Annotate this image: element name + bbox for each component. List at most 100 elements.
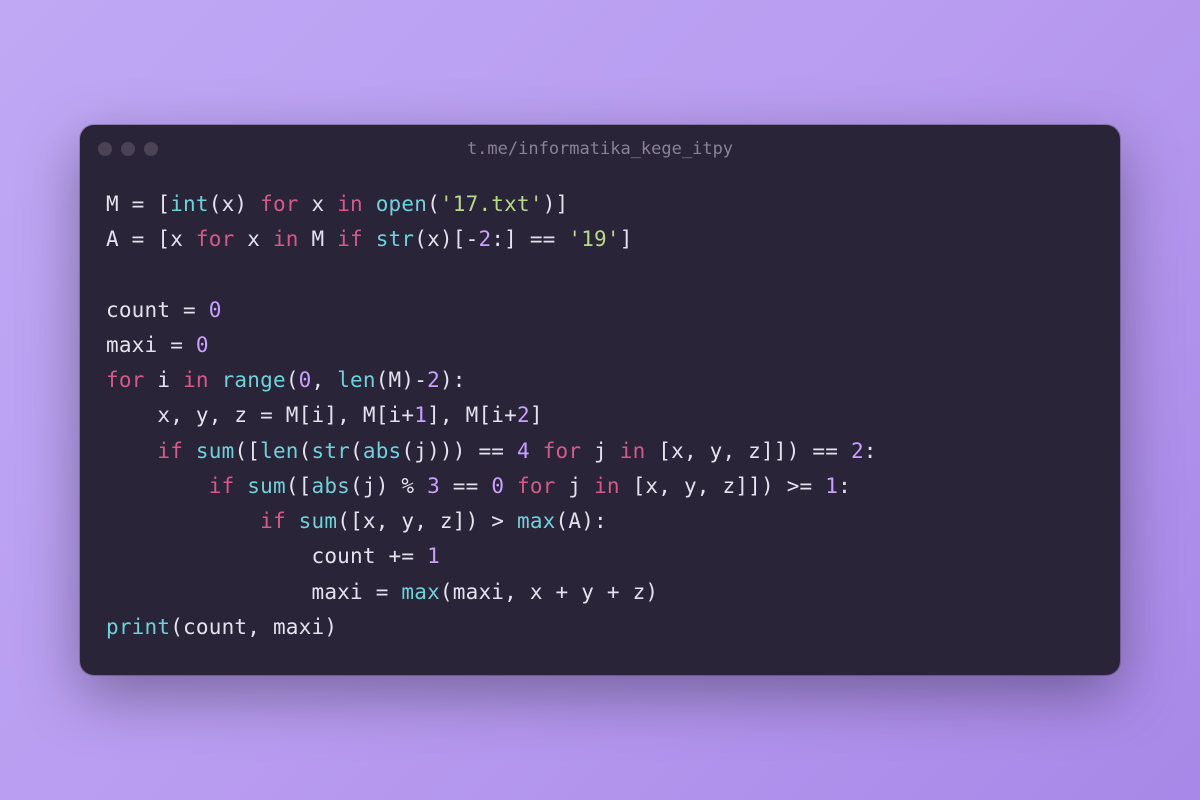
token-var (106, 474, 209, 498)
token-fn: len (337, 368, 376, 392)
token-kw: if (209, 474, 235, 498)
code-line: x, y, z = M[i], M[i+1], M[i+2] (106, 403, 543, 427)
token-var: maxi = (106, 580, 401, 604)
code-line: if sum([x, y, z]) > max(A): (106, 509, 607, 533)
titlebar: t.me/informatika_kege_itpy (80, 125, 1120, 173)
token-var: count += (106, 544, 427, 568)
token-num: 4 (517, 439, 530, 463)
token-kw: for (196, 227, 235, 251)
code-line: for i in range(0, len(M)-2): (106, 368, 466, 392)
token-punc: ] (620, 227, 633, 251)
token-punc: ): (440, 368, 466, 392)
token-kw: in (337, 192, 363, 216)
token-var (106, 439, 157, 463)
token-var: i (145, 368, 184, 392)
token-punc: ([x, y, z]) > (337, 509, 517, 533)
token-str: '19' (568, 227, 619, 251)
token-kw: in (273, 227, 299, 251)
token-punc: [x, y, z]]) == (645, 439, 851, 463)
token-punc (504, 474, 517, 498)
token-num: 1 (825, 474, 838, 498)
token-punc: (x)[- (414, 227, 478, 251)
token-num: 3 (427, 474, 440, 498)
token-punc: ( (286, 368, 299, 392)
token-punc: (j))) == (401, 439, 517, 463)
token-var: ], M[i+ (427, 403, 517, 427)
code-line: A = [x for x in M if str(x)[-2:] == '19'… (106, 227, 633, 251)
token-fn: print (106, 615, 170, 639)
token-punc: (x) (209, 192, 260, 216)
code-line: if sum([abs(j) % 3 == 0 for j in [x, y, … (106, 474, 851, 498)
token-var: j (581, 439, 620, 463)
code-line: count += 1 (106, 544, 440, 568)
token-fn: sum (196, 439, 235, 463)
token-fn: str (376, 227, 415, 251)
token-punc: ([ (234, 439, 260, 463)
token-kw: in (183, 368, 209, 392)
token-kw: in (620, 439, 646, 463)
token-var: j (556, 474, 595, 498)
token-var: x, y, z = M[i], M[i+ (106, 403, 414, 427)
token-fn: str (312, 439, 351, 463)
token-var: M (106, 192, 119, 216)
token-punc: (count, maxi) (170, 615, 337, 639)
close-icon[interactable] (98, 142, 112, 156)
token-var: x (299, 192, 338, 216)
token-kw: for (543, 439, 582, 463)
minimize-icon[interactable] (121, 142, 135, 156)
token-fn: abs (363, 439, 402, 463)
token-var: count = (106, 298, 209, 322)
token-punc: == (440, 474, 491, 498)
token-kw: if (157, 439, 183, 463)
code-block: M = [int(x) for x in open('17.txt')] A =… (80, 173, 1120, 675)
token-num: 2 (517, 403, 530, 427)
token-fn: len (260, 439, 299, 463)
token-var: x (234, 227, 273, 251)
token-punc (363, 227, 376, 251)
token-num: 1 (414, 403, 427, 427)
token-punc: )] (543, 192, 569, 216)
token-str: '17.txt' (440, 192, 543, 216)
token-num: 0 (491, 474, 504, 498)
token-var: ] (530, 403, 543, 427)
code-line: count = 0 (106, 298, 222, 322)
token-num: 0 (209, 298, 222, 322)
token-punc (286, 509, 299, 533)
token-punc: , (312, 368, 338, 392)
maximize-icon[interactable] (144, 142, 158, 156)
token-num: 2 (427, 368, 440, 392)
token-punc: (maxi, x + y + z) (440, 580, 658, 604)
token-punc: : (838, 474, 851, 498)
token-num: 2 (478, 227, 491, 251)
token-fn: range (222, 368, 286, 392)
token-punc: ( (350, 439, 363, 463)
token-num: 0 (299, 368, 312, 392)
token-var: A (106, 227, 119, 251)
token-kw: if (337, 227, 363, 251)
token-fn: max (517, 509, 556, 533)
token-fn: max (401, 580, 440, 604)
token-fn: abs (312, 474, 351, 498)
token-fn: int (170, 192, 209, 216)
token-punc: : (864, 439, 877, 463)
token-var (106, 509, 260, 533)
token-punc: (A): (556, 509, 607, 533)
token-var: maxi = (106, 333, 196, 357)
token-fn: open (376, 192, 427, 216)
token-num: 2 (851, 439, 864, 463)
code-line: maxi = max(maxi, x + y + z) (106, 580, 658, 604)
token-punc: ([ (286, 474, 312, 498)
token-punc: = [ (119, 192, 170, 216)
code-line: if sum([len(str(abs(j))) == 4 for j in [… (106, 439, 877, 463)
token-punc: ( (427, 192, 440, 216)
token-num: 1 (427, 544, 440, 568)
code-line: M = [int(x) for x in open('17.txt')] (106, 192, 568, 216)
code-line: maxi = 0 (106, 333, 209, 357)
token-fn: sum (247, 474, 286, 498)
token-kw: for (106, 368, 145, 392)
token-fn: sum (299, 509, 338, 533)
token-var: M (299, 227, 338, 251)
token-punc: (j) % (350, 474, 427, 498)
token-num: 0 (196, 333, 209, 357)
code-line: print(count, maxi) (106, 615, 337, 639)
